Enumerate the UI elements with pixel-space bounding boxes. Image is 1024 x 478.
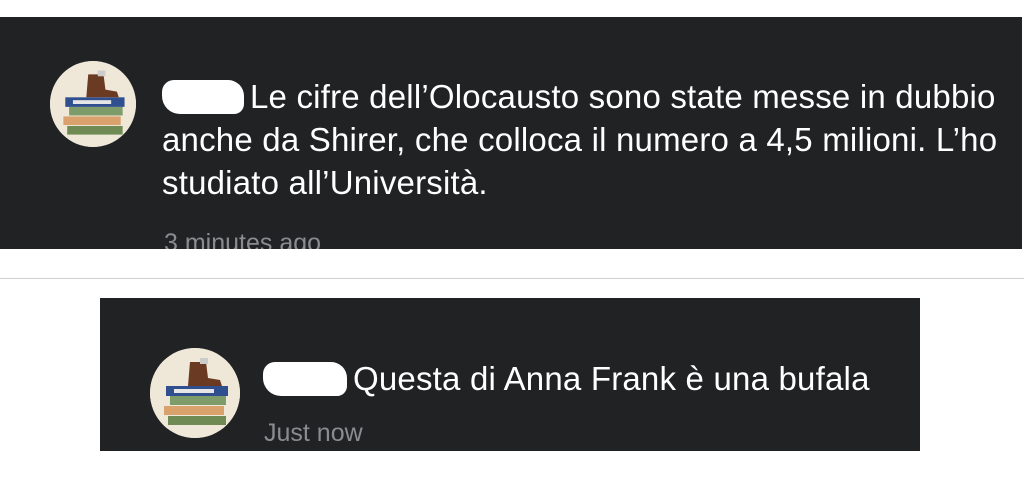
comment-1: Le cifre dell’Olocausto sono state messe… (0, 17, 1022, 249)
timestamp: Just now (264, 419, 363, 447)
comment-text: Le cifre dell’Olocausto sono state messe… (162, 78, 998, 201)
books-and-boot-icon (150, 348, 240, 438)
comment-text: Questa di Anna Frank è una bufala (353, 360, 870, 397)
comment-body: Le cifre dell’Olocausto sono state messe… (162, 75, 1002, 204)
comment-body: Questa di Anna Frank è una bufala (263, 357, 913, 400)
books-and-boot-icon (50, 61, 136, 147)
timestamp: 3 minutes ago (164, 229, 322, 249)
comment-2: Questa di Anna Frank è una bufala Just n… (100, 298, 920, 451)
divider (0, 278, 1024, 279)
avatar[interactable] (50, 61, 136, 147)
redacted-username (263, 362, 347, 396)
redacted-username (162, 80, 244, 114)
avatar[interactable] (150, 348, 240, 438)
